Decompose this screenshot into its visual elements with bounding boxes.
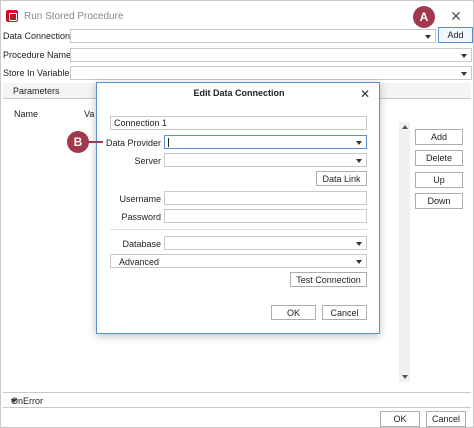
- column-header-name[interactable]: Name: [14, 109, 38, 119]
- username-label: Username: [119, 194, 161, 204]
- delete-parameter-button[interactable]: Delete: [415, 150, 463, 166]
- app-icon: [6, 10, 18, 22]
- chevron-down-icon: [356, 242, 362, 246]
- add-parameter-button[interactable]: Add: [415, 129, 463, 145]
- callout-pointer-b: [87, 141, 103, 143]
- username-input[interactable]: [164, 191, 367, 205]
- data-connection-label: Data Connection: [3, 31, 71, 41]
- add-connection-button[interactable]: Add: [438, 27, 473, 43]
- dialog-ok-button[interactable]: OK: [271, 305, 316, 320]
- chevron-down-icon: [11, 399, 17, 403]
- text-cursor: [168, 138, 169, 147]
- store-in-variable-label: Store In Variable: [3, 68, 70, 78]
- procedure-name-combo[interactable]: [70, 48, 472, 62]
- password-input[interactable]: [164, 209, 367, 223]
- column-header-value[interactable]: Va: [84, 109, 94, 119]
- advanced-expander[interactable]: Advanced: [110, 254, 367, 268]
- test-connection-button[interactable]: Test Connection: [290, 272, 367, 287]
- chevron-down-icon: [356, 141, 362, 145]
- move-down-button[interactable]: Down: [415, 193, 463, 209]
- data-link-button[interactable]: Data Link: [316, 171, 367, 186]
- window-close-button[interactable]: ✕: [446, 6, 466, 26]
- window-title: Run Stored Procedure: [24, 11, 124, 22]
- edit-data-connection-dialog: Edit Data Connection ✕ Connection 1 Data…: [96, 82, 380, 334]
- callout-marker-b: B: [67, 131, 89, 153]
- callout-marker-a: A: [413, 6, 435, 28]
- chevron-down-icon: [461, 54, 467, 58]
- scroll-up-icon[interactable]: [402, 125, 408, 129]
- connection-name-input[interactable]: Connection 1: [110, 116, 367, 130]
- procedure-name-label: Procedure Name: [3, 50, 72, 60]
- dialog-cancel-button[interactable]: Cancel: [322, 305, 367, 320]
- chevron-down-icon: [356, 159, 362, 163]
- chevron-down-icon: [425, 35, 431, 39]
- data-connection-combo[interactable]: [70, 29, 436, 43]
- database-combo[interactable]: [164, 236, 367, 250]
- data-provider-label: Data Provider: [105, 138, 161, 148]
- database-label: Database: [122, 239, 161, 249]
- password-label: Password: [121, 212, 161, 222]
- ok-button[interactable]: OK: [380, 411, 420, 427]
- chevron-down-icon: [356, 260, 362, 264]
- store-in-variable-combo[interactable]: [70, 66, 472, 80]
- cancel-button[interactable]: Cancel: [426, 411, 466, 427]
- advanced-label: Advanced: [119, 257, 160, 267]
- chevron-down-icon: [461, 72, 467, 76]
- divider: [110, 229, 367, 230]
- server-label: Server: [134, 156, 161, 166]
- data-provider-combo[interactable]: [164, 135, 367, 149]
- dialog-close-button[interactable]: ✕: [357, 86, 373, 102]
- grid-vertical-scrollbar[interactable]: [399, 122, 410, 382]
- move-up-button[interactable]: Up: [415, 172, 463, 188]
- server-combo[interactable]: [164, 153, 367, 167]
- scroll-down-icon[interactable]: [402, 375, 408, 379]
- dialog-title: Edit Data Connection: [193, 88, 285, 98]
- parameters-tab-label: Parameters: [13, 86, 60, 96]
- onerror-combo[interactable]: OnError: [3, 392, 471, 408]
